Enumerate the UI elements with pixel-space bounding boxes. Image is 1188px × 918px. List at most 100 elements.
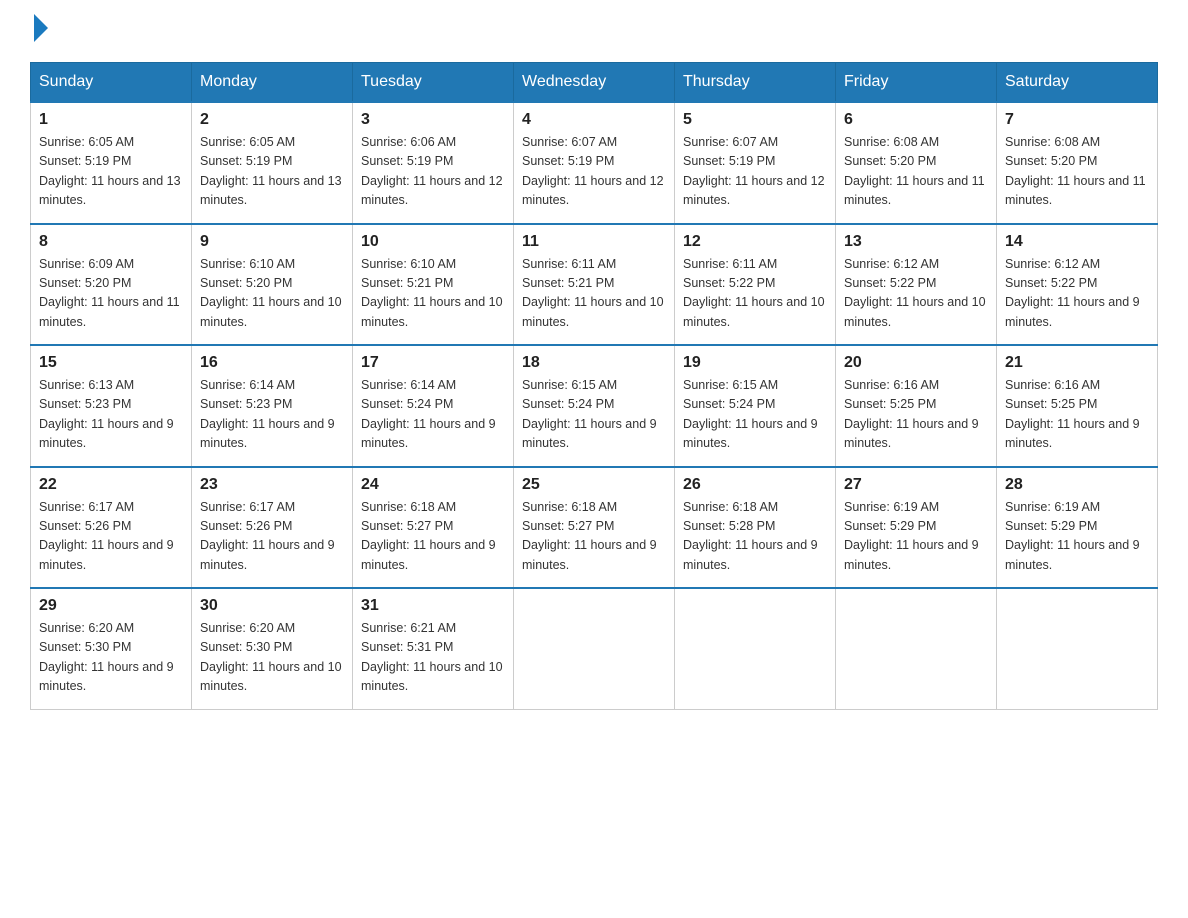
day-number: 17 [361,354,505,372]
day-number: 1 [39,111,183,129]
day-number: 31 [361,597,505,615]
day-info: Sunrise: 6:19 AMSunset: 5:29 PMDaylight:… [1005,498,1149,576]
calendar-cell: 10 Sunrise: 6:10 AMSunset: 5:21 PMDaylig… [353,224,514,346]
day-number: 30 [200,597,344,615]
day-number: 10 [361,233,505,251]
day-info: Sunrise: 6:12 AMSunset: 5:22 PMDaylight:… [844,255,988,333]
day-info: Sunrise: 6:18 AMSunset: 5:27 PMDaylight:… [522,498,666,576]
day-info: Sunrise: 6:18 AMSunset: 5:28 PMDaylight:… [683,498,827,576]
calendar-cell: 9 Sunrise: 6:10 AMSunset: 5:20 PMDayligh… [192,224,353,346]
weekday-header-thursday: Thursday [675,63,836,103]
day-number: 13 [844,233,988,251]
day-number: 21 [1005,354,1149,372]
day-info: Sunrise: 6:16 AMSunset: 5:25 PMDaylight:… [844,376,988,454]
day-info: Sunrise: 6:14 AMSunset: 5:24 PMDaylight:… [361,376,505,454]
day-info: Sunrise: 6:07 AMSunset: 5:19 PMDaylight:… [683,133,827,211]
day-info: Sunrise: 6:11 AMSunset: 5:21 PMDaylight:… [522,255,666,333]
day-number: 28 [1005,476,1149,494]
week-row-3: 15 Sunrise: 6:13 AMSunset: 5:23 PMDaylig… [31,345,1158,467]
day-info: Sunrise: 6:17 AMSunset: 5:26 PMDaylight:… [200,498,344,576]
day-info: Sunrise: 6:17 AMSunset: 5:26 PMDaylight:… [39,498,183,576]
weekday-header-tuesday: Tuesday [353,63,514,103]
calendar-cell: 1 Sunrise: 6:05 AMSunset: 5:19 PMDayligh… [31,102,192,224]
calendar-cell: 26 Sunrise: 6:18 AMSunset: 5:28 PMDaylig… [675,467,836,589]
week-row-4: 22 Sunrise: 6:17 AMSunset: 5:26 PMDaylig… [31,467,1158,589]
weekday-header-wednesday: Wednesday [514,63,675,103]
calendar-cell: 12 Sunrise: 6:11 AMSunset: 5:22 PMDaylig… [675,224,836,346]
day-number: 20 [844,354,988,372]
day-info: Sunrise: 6:18 AMSunset: 5:27 PMDaylight:… [361,498,505,576]
calendar-cell: 6 Sunrise: 6:08 AMSunset: 5:20 PMDayligh… [836,102,997,224]
calendar-cell: 3 Sunrise: 6:06 AMSunset: 5:19 PMDayligh… [353,102,514,224]
calendar-cell: 28 Sunrise: 6:19 AMSunset: 5:29 PMDaylig… [997,467,1158,589]
day-number: 4 [522,111,666,129]
day-number: 2 [200,111,344,129]
day-number: 25 [522,476,666,494]
day-info: Sunrise: 6:08 AMSunset: 5:20 PMDaylight:… [1005,133,1149,211]
calendar-cell: 2 Sunrise: 6:05 AMSunset: 5:19 PMDayligh… [192,102,353,224]
calendar-cell: 16 Sunrise: 6:14 AMSunset: 5:23 PMDaylig… [192,345,353,467]
calendar-cell: 25 Sunrise: 6:18 AMSunset: 5:27 PMDaylig… [514,467,675,589]
calendar-cell: 20 Sunrise: 6:16 AMSunset: 5:25 PMDaylig… [836,345,997,467]
day-info: Sunrise: 6:16 AMSunset: 5:25 PMDaylight:… [1005,376,1149,454]
day-number: 14 [1005,233,1149,251]
calendar-cell: 22 Sunrise: 6:17 AMSunset: 5:26 PMDaylig… [31,467,192,589]
day-number: 24 [361,476,505,494]
calendar-cell: 5 Sunrise: 6:07 AMSunset: 5:19 PMDayligh… [675,102,836,224]
day-number: 9 [200,233,344,251]
day-info: Sunrise: 6:20 AMSunset: 5:30 PMDaylight:… [200,619,344,697]
calendar-cell: 27 Sunrise: 6:19 AMSunset: 5:29 PMDaylig… [836,467,997,589]
day-info: Sunrise: 6:09 AMSunset: 5:20 PMDaylight:… [39,255,183,333]
calendar-cell: 11 Sunrise: 6:11 AMSunset: 5:21 PMDaylig… [514,224,675,346]
weekday-header-row: SundayMondayTuesdayWednesdayThursdayFrid… [31,63,1158,103]
weekday-header-sunday: Sunday [31,63,192,103]
day-info: Sunrise: 6:13 AMSunset: 5:23 PMDaylight:… [39,376,183,454]
day-info: Sunrise: 6:15 AMSunset: 5:24 PMDaylight:… [683,376,827,454]
week-row-2: 8 Sunrise: 6:09 AMSunset: 5:20 PMDayligh… [31,224,1158,346]
day-number: 12 [683,233,827,251]
day-number: 8 [39,233,183,251]
calendar-cell: 14 Sunrise: 6:12 AMSunset: 5:22 PMDaylig… [997,224,1158,346]
day-number: 27 [844,476,988,494]
day-info: Sunrise: 6:10 AMSunset: 5:21 PMDaylight:… [361,255,505,333]
day-number: 7 [1005,111,1149,129]
day-info: Sunrise: 6:14 AMSunset: 5:23 PMDaylight:… [200,376,344,454]
calendar-cell: 7 Sunrise: 6:08 AMSunset: 5:20 PMDayligh… [997,102,1158,224]
calendar-cell: 29 Sunrise: 6:20 AMSunset: 5:30 PMDaylig… [31,588,192,709]
day-number: 3 [361,111,505,129]
page-header [30,20,1158,42]
calendar-cell [997,588,1158,709]
week-row-5: 29 Sunrise: 6:20 AMSunset: 5:30 PMDaylig… [31,588,1158,709]
weekday-header-friday: Friday [836,63,997,103]
day-info: Sunrise: 6:21 AMSunset: 5:31 PMDaylight:… [361,619,505,697]
day-number: 22 [39,476,183,494]
weekday-header-monday: Monday [192,63,353,103]
calendar-cell: 31 Sunrise: 6:21 AMSunset: 5:31 PMDaylig… [353,588,514,709]
calendar-cell: 15 Sunrise: 6:13 AMSunset: 5:23 PMDaylig… [31,345,192,467]
day-number: 23 [200,476,344,494]
weekday-header-saturday: Saturday [997,63,1158,103]
logo-arrow-icon [34,14,48,42]
calendar-table: SundayMondayTuesdayWednesdayThursdayFrid… [30,62,1158,710]
day-info: Sunrise: 6:19 AMSunset: 5:29 PMDaylight:… [844,498,988,576]
day-info: Sunrise: 6:15 AMSunset: 5:24 PMDaylight:… [522,376,666,454]
day-info: Sunrise: 6:20 AMSunset: 5:30 PMDaylight:… [39,619,183,697]
calendar-cell: 24 Sunrise: 6:18 AMSunset: 5:27 PMDaylig… [353,467,514,589]
calendar-cell [514,588,675,709]
calendar-cell: 23 Sunrise: 6:17 AMSunset: 5:26 PMDaylig… [192,467,353,589]
day-info: Sunrise: 6:08 AMSunset: 5:20 PMDaylight:… [844,133,988,211]
day-number: 11 [522,233,666,251]
day-info: Sunrise: 6:10 AMSunset: 5:20 PMDaylight:… [200,255,344,333]
calendar-cell: 8 Sunrise: 6:09 AMSunset: 5:20 PMDayligh… [31,224,192,346]
day-info: Sunrise: 6:12 AMSunset: 5:22 PMDaylight:… [1005,255,1149,333]
day-number: 29 [39,597,183,615]
calendar-cell [836,588,997,709]
day-info: Sunrise: 6:07 AMSunset: 5:19 PMDaylight:… [522,133,666,211]
calendar-cell: 19 Sunrise: 6:15 AMSunset: 5:24 PMDaylig… [675,345,836,467]
day-info: Sunrise: 6:11 AMSunset: 5:22 PMDaylight:… [683,255,827,333]
day-number: 26 [683,476,827,494]
week-row-1: 1 Sunrise: 6:05 AMSunset: 5:19 PMDayligh… [31,102,1158,224]
day-number: 19 [683,354,827,372]
day-number: 5 [683,111,827,129]
logo [30,20,48,42]
